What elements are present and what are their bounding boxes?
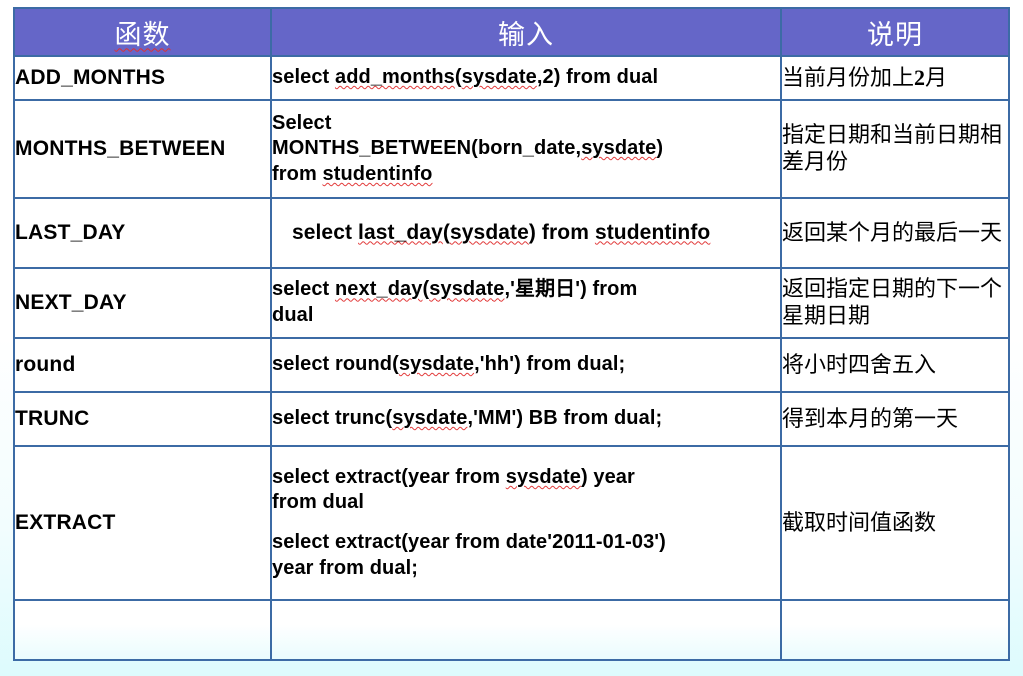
column-header-input-label: 输入 xyxy=(498,19,554,50)
input-line: from studentinfo xyxy=(272,162,433,185)
description-text: 返回某个月的最后一天 xyxy=(782,219,1003,245)
spellcheck-underline: sysdate xyxy=(461,66,537,89)
spellcheck-underline: add_months xyxy=(334,66,455,89)
input-line: select trunc(sysdate,'MM') BB from dual; xyxy=(272,407,663,430)
table-row: LAST_DAY select last_day(sysdate) from s… xyxy=(13,197,1010,269)
cell-input: select extract(year from sysdate) year f… xyxy=(270,445,782,601)
cell-function: round xyxy=(13,337,272,393)
cell-input: select round(sysdate,'hh') from dual; xyxy=(270,337,782,393)
spellcheck-underline: sysdate xyxy=(581,137,657,160)
description-text: 指定日期和当前日期相差月份 xyxy=(782,122,1003,174)
description-number: 2 xyxy=(914,64,926,90)
description-text: 截取时间值函数 xyxy=(782,509,937,535)
slide-page: 函数 输入 说明 ADD_MONTHS select add_months(sy… xyxy=(0,0,1023,676)
cell-description: 指定日期和当前日期相差月份 xyxy=(780,99,1010,199)
cell-input: select next_day(sysdate,'星期日') from dual xyxy=(270,267,782,339)
spellcheck-underline: last_day xyxy=(358,220,443,244)
spellcheck-underline: sysdate xyxy=(449,220,529,244)
cell-description: 返回指定日期的下一个星期日期 xyxy=(780,267,1010,339)
table-row xyxy=(13,599,1010,661)
input-line: select add_months(sysdate,2) from dual xyxy=(272,66,659,89)
cell-input: Select MONTHS_BETWEEN(born_date,sysdate)… xyxy=(270,99,782,199)
cell-function: ADD_MONTHS xyxy=(13,55,272,101)
cell-description: 得到本月的第一天 xyxy=(780,391,1010,447)
spellcheck-underline: sysdate xyxy=(392,407,468,430)
input-line: select round(sysdate,'hh') from dual; xyxy=(272,353,626,376)
cell-function: EXTRACT xyxy=(13,445,272,601)
cell-function: MONTHS_BETWEEN xyxy=(13,99,272,199)
table-row: EXTRACT select extract(year from sysdate… xyxy=(13,445,1010,601)
input-line: dual xyxy=(272,304,314,326)
input-line: select extract(year from sysdate) year xyxy=(272,465,635,488)
input-line: MONTHS_BETWEEN(born_date,sysdate) xyxy=(272,137,664,160)
oracle-date-functions-table: 函数 输入 说明 ADD_MONTHS select add_months(sy… xyxy=(13,7,1010,661)
input-line: select last_day(sysdate) from studentinf… xyxy=(286,220,711,244)
cell-input xyxy=(270,599,782,661)
description-text: 将小时四舍五入 xyxy=(782,351,937,377)
column-header-description: 说明 xyxy=(780,7,1010,57)
spellcheck-underline: sysdate xyxy=(429,278,505,301)
cell-function: LAST_DAY xyxy=(13,197,272,269)
cell-description: 返回某个月的最后一天 xyxy=(780,197,1010,269)
column-header-function-label: 函数 xyxy=(114,19,171,50)
cell-description: 将小时四舍五入 xyxy=(780,337,1010,393)
cell-input: select last_day(sysdate) from studentinf… xyxy=(270,197,782,269)
spellcheck-underline: studentinfo xyxy=(322,162,433,185)
input-line: Select xyxy=(272,111,332,134)
table-row: round select round(sysdate,'hh') from du… xyxy=(13,337,1010,393)
spellcheck-underline: sysdate xyxy=(505,465,581,488)
input-line: from dual xyxy=(272,491,365,514)
description-text: 得到本月的第一天 xyxy=(782,405,959,431)
column-header-function: 函数 xyxy=(13,7,272,57)
spellcheck-underline: studentinfo xyxy=(594,220,711,244)
input-line: select extract(year from date'2011-01-03… xyxy=(272,531,666,553)
description-text: 当前月份加上2月 xyxy=(782,64,948,90)
spellcheck-underline: sysdate xyxy=(398,353,475,376)
spellcheck-underline: next_day xyxy=(334,278,423,301)
cell-description xyxy=(780,599,1010,661)
cell-function: TRUNC xyxy=(13,391,272,447)
input-line: year from dual; xyxy=(272,556,418,579)
cell-function xyxy=(13,599,272,661)
table-row: NEXT_DAY select next_day(sysdate,'星期日') … xyxy=(13,267,1010,339)
table-row: TRUNC select trunc(sysdate,'MM') BB from… xyxy=(13,391,1010,447)
cell-input: select add_months(sysdate,2) from dual xyxy=(270,55,782,101)
table-row: ADD_MONTHS select add_months(sysdate,2) … xyxy=(13,55,1010,101)
cell-description: 当前月份加上2月 xyxy=(780,55,1010,101)
cell-description: 截取时间值函数 xyxy=(780,445,1010,601)
description-text: 返回指定日期的下一个星期日期 xyxy=(782,276,1003,328)
table-row: MONTHS_BETWEEN Select MONTHS_BETWEEN(bor… xyxy=(13,99,1010,199)
cell-input: select trunc(sysdate,'MM') BB from dual; xyxy=(270,391,782,447)
cell-function: NEXT_DAY xyxy=(13,267,272,339)
table-header-row: 函数 输入 说明 xyxy=(13,7,1010,57)
column-header-input: 输入 xyxy=(270,7,782,57)
input-line: select next_day(sysdate,'星期日') from xyxy=(272,278,638,301)
column-header-description-label: 说明 xyxy=(867,19,923,50)
